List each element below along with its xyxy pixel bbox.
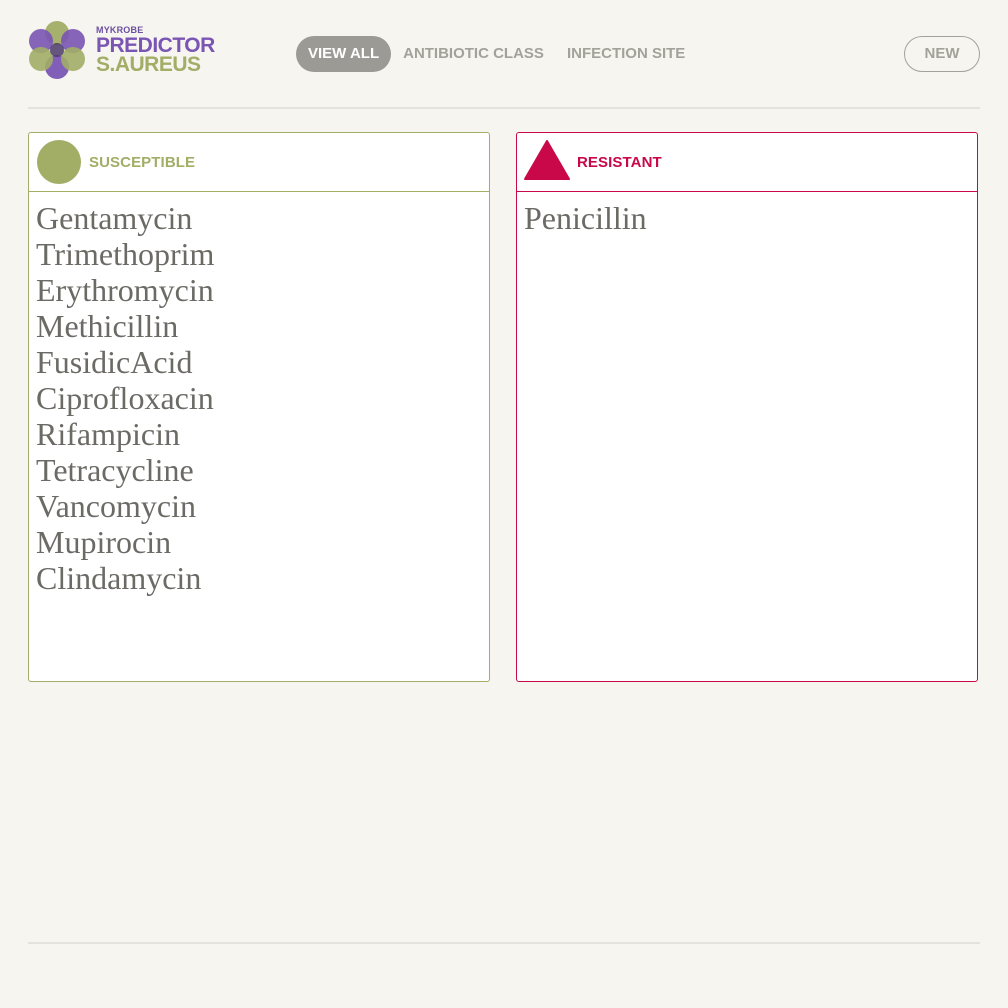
- drug-item: Gentamycin: [36, 200, 193, 236]
- nav-tabs: VIEW ALL ANTIBIOTIC CLASS INFECTION SITE: [296, 36, 696, 72]
- susceptible-panel: SUSCEPTIBLE Gentamycin Trimethoprim Eryt…: [28, 132, 490, 682]
- drug-item: Trimethoprim: [36, 236, 215, 272]
- susceptible-drug-list: Gentamycin Trimethoprim Erythromycin Met…: [29, 192, 489, 596]
- drug-item: Erythromycin: [36, 272, 214, 308]
- logo-species: S.AUREUS: [96, 53, 201, 76]
- header: MYKROBE PREDICTOR S.AUREUS VIEW ALL ANTI…: [28, 18, 980, 90]
- footer-divider: [28, 942, 980, 944]
- susceptible-panel-header: SUSCEPTIBLE: [29, 133, 489, 192]
- drug-item: Rifampicin: [36, 416, 180, 452]
- resistant-drug-list: Penicillin: [517, 192, 977, 236]
- logo-text: MYKROBE PREDICTOR S.AUREUS: [96, 26, 215, 76]
- susceptible-title: SUSCEPTIBLE: [89, 154, 196, 171]
- tab-antibiotic-class[interactable]: ANTIBIOTIC CLASS: [391, 36, 556, 72]
- tab-infection-site[interactable]: INFECTION SITE: [555, 36, 697, 72]
- resistant-panel: RESISTANT Penicillin: [516, 132, 978, 682]
- drug-item: Penicillin: [524, 200, 647, 236]
- header-divider: [28, 107, 980, 109]
- drug-item: Vancomycin: [36, 488, 196, 524]
- drug-item: Mupirocin: [36, 524, 172, 560]
- new-button[interactable]: NEW: [904, 36, 980, 72]
- logo-flower-icon: [29, 21, 85, 79]
- logo[interactable]: MYKROBE PREDICTOR S.AUREUS: [28, 18, 228, 82]
- susceptible-circle-icon: [37, 140, 81, 184]
- resistant-triangle-icon: [524, 140, 570, 180]
- resistant-title: RESISTANT: [577, 154, 662, 171]
- tab-view-all[interactable]: VIEW ALL: [296, 36, 392, 72]
- drug-item: FusidicAcid: [36, 344, 193, 380]
- resistant-panel-header: RESISTANT: [517, 133, 977, 192]
- page: MYKROBE PREDICTOR S.AUREUS VIEW ALL ANTI…: [0, 0, 1008, 1008]
- drug-item: Methicillin: [36, 308, 179, 344]
- drug-item: Tetracycline: [36, 452, 194, 488]
- drug-item: Ciprofloxacin: [36, 380, 214, 416]
- drug-item: Clindamycin: [36, 560, 202, 596]
